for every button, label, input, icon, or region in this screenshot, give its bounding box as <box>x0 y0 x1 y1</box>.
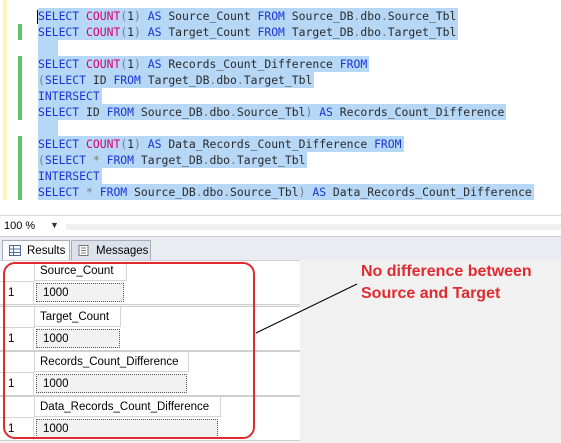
annotation-line-1: No difference between <box>361 263 532 280</box>
annotation-line-2: Source and Target <box>361 285 501 302</box>
annotation-text: No difference between Source and Target <box>361 261 561 305</box>
annotation-pointer-line <box>255 283 358 334</box>
